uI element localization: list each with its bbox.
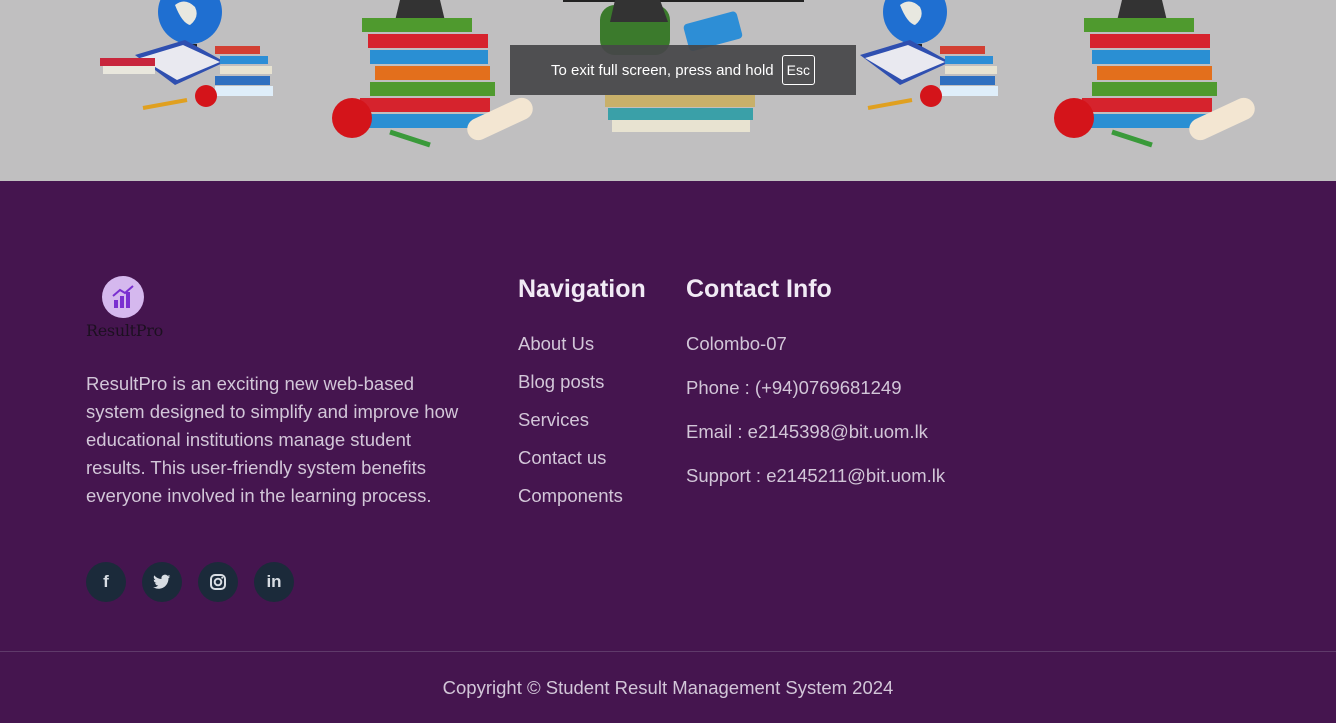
contact-address: Colombo-07 [686, 333, 787, 354]
copyright-text: Copyright © Student Result Management Sy… [442, 677, 894, 698]
contact-info-heading: Contact Info [686, 275, 832, 303]
contact-support[interactable]: Support : e2145211@bit.uom.lk [686, 462, 945, 506]
footer-divider [0, 651, 1336, 652]
nav-link-blog-posts[interactable]: Blog posts [518, 368, 623, 406]
navigation-heading: Navigation [518, 275, 646, 303]
about-description: ResultPro is an exciting new web-based s… [86, 373, 459, 506]
chart-growth-icon [102, 276, 144, 318]
facebook-icon[interactable]: f [86, 562, 126, 602]
twitter-icon[interactable] [142, 562, 182, 602]
fullscreen-exit-notice: To exit full screen, press and hold Esc [510, 45, 856, 95]
nav-link-about-us[interactable]: About Us [518, 330, 623, 368]
fullscreen-notice-text: To exit full screen, press and hold [551, 61, 774, 79]
nav-link-contact-us[interactable]: Contact us [518, 444, 623, 482]
globe-books-illustration [100, 0, 273, 110]
contact-phone: Phone : (+94)0769681249 [686, 377, 902, 398]
nav-link-components[interactable]: Components [518, 482, 623, 520]
contact-email[interactable]: Email : e2145398@bit.uom.lk [686, 418, 945, 462]
contact-info: Colombo-07 Phone : (+94)0769681249 Email… [686, 330, 945, 506]
book-stack-illustration-2 [1054, 0, 1255, 148]
nav-link-services[interactable]: Services [518, 406, 623, 444]
social-links: f in [86, 562, 294, 602]
logo-text: ResultPro [86, 321, 163, 340]
book-stack-illustration [332, 0, 533, 148]
linkedin-icon[interactable]: in [254, 562, 294, 602]
resultpro-logo[interactable]: ResultPro [86, 276, 163, 340]
footer-navigation: About Us Blog posts Services Contact us … [518, 330, 623, 520]
instagram-icon[interactable] [198, 562, 238, 602]
esc-key-badge: Esc [781, 55, 815, 85]
